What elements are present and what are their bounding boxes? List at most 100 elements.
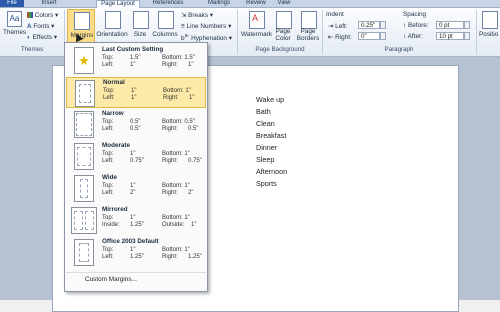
option-inside-label: Inside: <box>102 222 120 228</box>
colors-button[interactable]: Colors ▾ <box>27 11 58 19</box>
orientation-button[interactable]: Orientation <box>96 9 128 45</box>
effects-icon: ◐ <box>27 34 31 41</box>
margin-option-wide[interactable]: Wide Top: 1" Bottom: 1" Left: 2" Right: … <box>66 173 206 204</box>
option-outside-label: Outside: <box>162 222 185 228</box>
option-bottom: Bottom: 1" <box>162 183 190 189</box>
menu-divider <box>66 272 206 273</box>
option-right-label: Right: <box>162 126 178 132</box>
option-top-value: 1" <box>130 247 136 253</box>
themes-icon: Aa <box>7 11 22 27</box>
option-top-label: Top: <box>102 183 114 189</box>
page-borders-icon <box>301 11 317 29</box>
moderate-margins-icon <box>74 143 94 170</box>
hyphenation-button[interactable]: ba- Hyphenation ▾ <box>181 33 232 42</box>
indent-left-spinner[interactable] <box>380 21 386 29</box>
spacing-before-input[interactable]: 0 pt <box>436 21 464 29</box>
option-top-label: Top: <box>102 247 114 253</box>
mirrored-margins-icon <box>71 207 97 234</box>
spacing-before-spinner[interactable] <box>464 21 470 29</box>
narrow-margins-icon <box>74 111 94 138</box>
margin-option-mirrored[interactable]: Mirrored Top: 1" Bottom: 1" Inside: 1.25… <box>66 205 206 236</box>
spacing-before-icon: ↕ <box>403 22 407 29</box>
doc-line: Wake up <box>256 95 285 104</box>
fonts-icon: A <box>27 23 32 30</box>
tab-review[interactable]: Review <box>242 0 270 7</box>
watermark-button[interactable]: A Watermark <box>241 9 272 45</box>
spacing-after-input[interactable]: 10 pt <box>436 32 464 40</box>
group-divider <box>322 10 323 54</box>
option-top-value: 1" <box>130 151 136 157</box>
option-top-label: Top: <box>103 88 115 94</box>
option-top-value: 0.5" <box>130 119 141 125</box>
effects-label: Effects <box>32 34 53 41</box>
doc-line: Afternoon <box>256 167 288 176</box>
fonts-button[interactable]: A Fonts ▾ <box>27 22 54 30</box>
doc-line: Breakfast <box>256 131 287 140</box>
margin-option-normal[interactable]: Normal Top: 1" Bottom: 1" Left: 1" Right… <box>66 77 206 108</box>
indent-right-input[interactable]: 0" <box>358 32 380 40</box>
option-right-label: Right: <box>162 158 178 164</box>
spacing-after-spinner[interactable] <box>464 32 470 40</box>
effects-button[interactable]: ◐ Effects ▾ <box>27 33 57 41</box>
ribbon-tabs: File Insert Page Layout References Maili… <box>0 0 500 9</box>
tab-insert[interactable]: Insert <box>36 0 62 7</box>
margin-option-narrow[interactable]: Narrow Top: 0.5" Bottom: 0.5" Left: 0.5"… <box>66 109 206 140</box>
indent-left-label: ⇥ Left: <box>328 23 348 30</box>
line-numbers-button[interactable]: ≡ Line Numbers ▾ <box>181 22 231 30</box>
size-icon <box>133 11 149 29</box>
position-button[interactable]: Positio <box>479 9 500 45</box>
option-top-label: Top: <box>102 119 114 125</box>
option-bottom: Bottom: 1" <box>162 215 190 221</box>
margins-dropdown-menu: ★ Last Custom Setting Top: 1.5" Bottom: … <box>64 42 208 292</box>
option-top-value: 1" <box>131 88 137 94</box>
line-numbers-label: Line Numbers <box>186 23 227 30</box>
margin-option-last-custom[interactable]: ★ Last Custom Setting Top: 1.5" Bottom: … <box>66 45 206 76</box>
indent-heading: Indent <box>326 11 344 18</box>
option-left-value: 0.5" <box>130 126 141 132</box>
breaks-icon: ⇲ <box>181 12 187 19</box>
columns-icon <box>158 11 174 29</box>
position-icon <box>482 11 498 29</box>
option-top-value: 1" <box>130 183 136 189</box>
option-right-value: 1" <box>189 95 195 101</box>
option-left-value: 1" <box>130 62 136 68</box>
option-inside-value: 1.25" <box>130 222 144 228</box>
indent-left-input[interactable]: 0.25" <box>358 21 380 29</box>
tab-view[interactable]: View <box>272 0 296 7</box>
tab-references[interactable]: References <box>148 0 188 7</box>
page-borders-button[interactable]: Page Borders <box>296 9 320 45</box>
columns-button[interactable]: Columns <box>152 9 178 45</box>
page-color-button[interactable]: Page Color <box>272 9 294 45</box>
tab-file[interactable]: File <box>0 0 24 7</box>
option-bottom: Bottom: 1" <box>162 151 190 157</box>
option-top-label: Top: <box>102 151 114 157</box>
tab-mailings[interactable]: Mailings <box>202 0 236 7</box>
option-left-value: 1.25" <box>130 254 144 260</box>
colors-label: Colors <box>34 12 54 19</box>
indent-right-spinner[interactable] <box>380 32 386 40</box>
option-left-value: 0.75" <box>130 158 144 164</box>
option-right-value: 1.25" <box>188 254 202 260</box>
line-numbers-icon: ≡ <box>181 23 185 30</box>
option-name: Normal <box>103 79 125 86</box>
option-right-label: Right: <box>162 62 178 68</box>
spacing-before-label: ↕ Before: <box>403 22 429 29</box>
group-divider <box>476 10 477 54</box>
option-outside-value: 1" <box>191 222 197 228</box>
option-right-value: 2" <box>188 190 194 196</box>
size-button[interactable]: Size <box>130 9 150 45</box>
option-name: Mirrored <box>102 206 128 213</box>
margin-option-office-2003[interactable]: Office 2003 Default Top: 1" Bottom: 1" L… <box>66 237 206 268</box>
doc-line: Dinner <box>256 143 278 152</box>
indent-right-label: ⇤ Right: <box>328 34 352 41</box>
margin-option-moderate[interactable]: Moderate Top: 1" Bottom: 1" Left: 0.75" … <box>66 141 206 172</box>
option-left-label: Left: <box>102 62 114 68</box>
option-right-value: 0.5" <box>188 126 199 132</box>
option-name: Wide <box>102 174 117 181</box>
custom-margins-button[interactable]: Custom Margins... <box>85 276 137 283</box>
themes-button[interactable]: Aa Themes <box>3 10 26 44</box>
breaks-button[interactable]: ⇲ Breaks ▾ <box>181 11 213 19</box>
page-background-group-label: Page Background <box>255 46 305 53</box>
office-2003-margins-icon <box>74 239 94 266</box>
size-label: Size <box>133 31 147 38</box>
